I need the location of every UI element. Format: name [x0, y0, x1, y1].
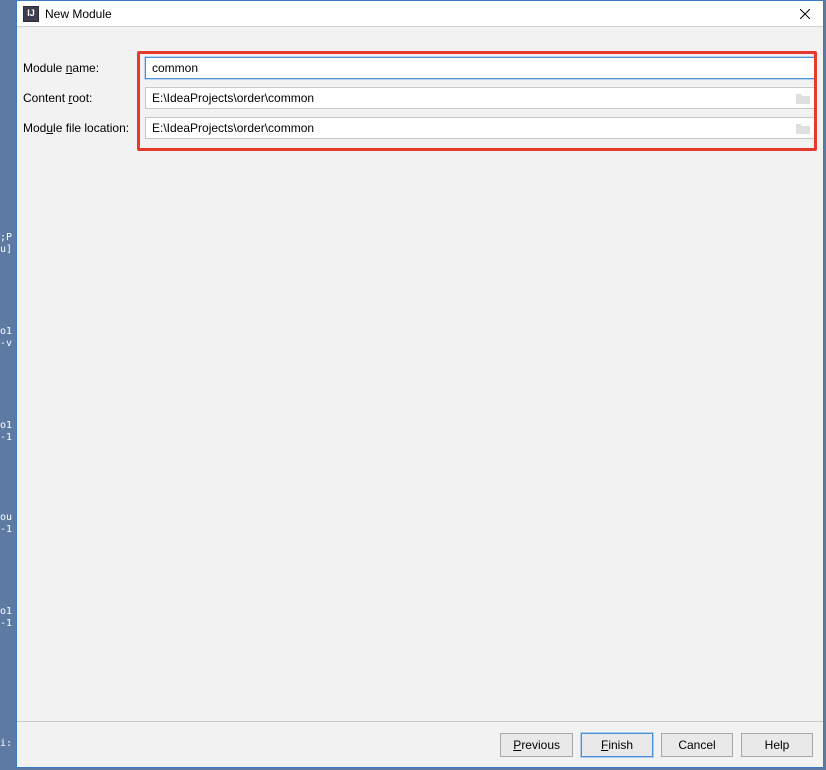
- module-file-location-label: Module file location:: [17, 121, 145, 135]
- bg-noise: o1: [0, 420, 16, 432]
- folder-icon: [795, 91, 811, 105]
- module-file-location-row: Module file location:: [17, 117, 823, 139]
- finish-button[interactable]: Finish: [581, 733, 653, 757]
- bg-noise: -1: [0, 432, 16, 444]
- bg-noise: o1: [0, 606, 16, 618]
- window-title: New Module: [45, 7, 112, 21]
- intellij-icon-text: IJ: [27, 9, 35, 18]
- content-root-input[interactable]: [145, 87, 815, 109]
- bg-noise: ou: [0, 512, 16, 524]
- help-button[interactable]: Help: [741, 733, 813, 757]
- content-root-label: Content root:: [17, 91, 145, 105]
- close-button[interactable]: [791, 3, 819, 25]
- titlebar: IJ New Module: [17, 1, 823, 27]
- intellij-icon: IJ: [23, 6, 39, 22]
- bg-noise: ;P: [0, 232, 16, 244]
- bg-noise: i:: [0, 738, 16, 750]
- previous-button[interactable]: Previous: [500, 733, 573, 757]
- bg-noise: -1: [0, 524, 16, 536]
- module-name-input[interactable]: [145, 57, 815, 79]
- bg-noise: u]: [0, 244, 16, 256]
- module-name-label: Module name:: [17, 61, 145, 75]
- browse-content-root-button[interactable]: [795, 91, 811, 105]
- folder-icon: [795, 121, 811, 135]
- content-area: Module name: Content root: Module f: [17, 27, 823, 721]
- content-root-row: Content root:: [17, 87, 823, 109]
- bg-noise: -1: [0, 618, 16, 630]
- module-file-location-input[interactable]: [145, 117, 815, 139]
- browse-module-file-location-button[interactable]: [795, 121, 811, 135]
- dialog-window: IJ New Module Module name: Content root:: [16, 0, 824, 768]
- module-name-row: Module name:: [17, 57, 823, 79]
- button-bar: Previous Finish Cancel Help: [17, 721, 823, 767]
- bg-noise: -v: [0, 338, 16, 350]
- bg-noise: o1: [0, 326, 16, 338]
- cancel-button[interactable]: Cancel: [661, 733, 733, 757]
- close-icon: [800, 9, 810, 19]
